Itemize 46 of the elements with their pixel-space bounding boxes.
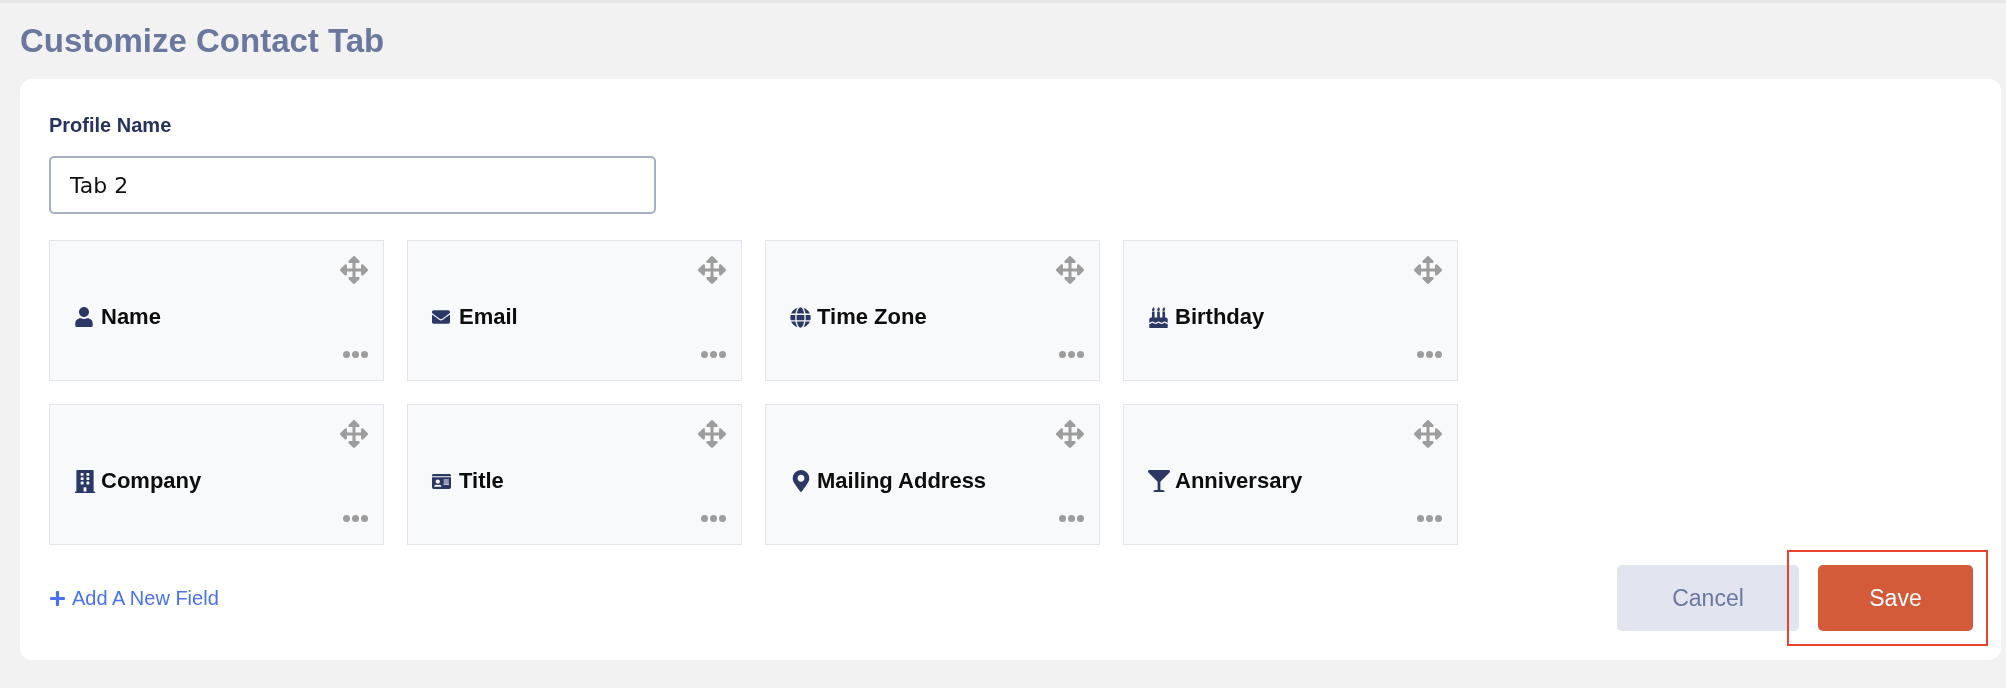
globe-icon (790, 306, 811, 328)
cocktail-glass-icon (1148, 470, 1170, 492)
cake-icon (1148, 306, 1169, 328)
profile-name-label: Profile Name (49, 113, 172, 137)
save-button[interactable]: Save (1818, 565, 1973, 631)
move-icon[interactable] (1414, 256, 1442, 284)
building-icon (74, 469, 96, 493)
field-card[interactable]: Time Zone (765, 240, 1100, 381)
field-label: Email (459, 303, 518, 331)
field-label: Title (459, 467, 504, 495)
more-icon[interactable] (1059, 514, 1084, 522)
field-card[interactable]: Title (407, 404, 742, 545)
field-card[interactable]: Birthday (1123, 240, 1458, 381)
field-card[interactable]: Name (49, 240, 384, 381)
id-card-icon (432, 471, 451, 491)
move-icon[interactable] (1414, 420, 1442, 448)
more-icon[interactable] (343, 350, 368, 358)
field-label: Anniversary (1175, 467, 1303, 495)
move-icon[interactable] (1056, 256, 1084, 284)
envelope-icon (432, 308, 450, 326)
move-icon[interactable] (698, 420, 726, 448)
more-icon[interactable] (343, 514, 368, 522)
more-icon[interactable] (1417, 350, 1442, 358)
profile-name-input[interactable]: Tab 2 (49, 156, 656, 214)
page-title: Customize Contact Tab (20, 21, 385, 61)
move-icon[interactable] (340, 256, 368, 284)
field-label: Name (101, 303, 161, 331)
field-card[interactable]: Email (407, 240, 742, 381)
field-card[interactable]: Anniversary (1123, 404, 1458, 545)
move-icon[interactable] (698, 256, 726, 284)
more-icon[interactable] (701, 514, 726, 522)
field-card[interactable]: Mailing Address (765, 404, 1100, 545)
move-icon[interactable] (340, 420, 368, 448)
field-card[interactable]: Company (49, 404, 384, 545)
field-label: Mailing Address (817, 467, 987, 495)
field-label: Birthday (1175, 303, 1265, 331)
plus-icon (49, 589, 66, 607)
field-label: Time Zone (817, 303, 927, 331)
field-label: Company (101, 467, 202, 495)
add-field-link[interactable]: Add A New Field (49, 586, 219, 610)
more-icon[interactable] (1417, 514, 1442, 522)
map-pin-icon (790, 470, 812, 492)
more-icon[interactable] (1059, 350, 1084, 358)
more-icon[interactable] (701, 350, 726, 358)
person-icon (74, 307, 94, 327)
move-icon[interactable] (1056, 420, 1084, 448)
